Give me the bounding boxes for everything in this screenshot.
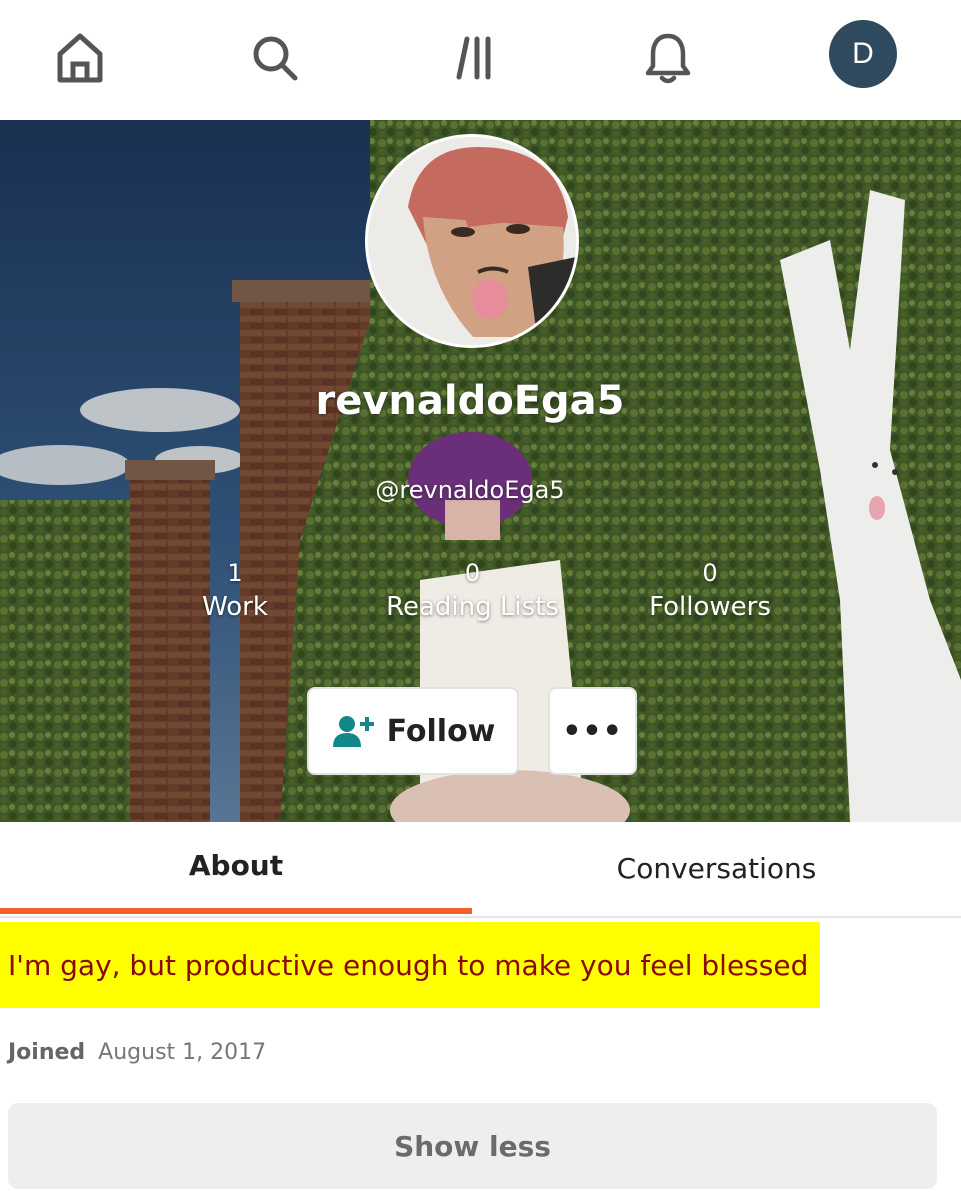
more-options-button[interactable]: ••• (548, 687, 637, 775)
profile-header: revnaldoEga5 @revnaldoEga5 1 Work 0 Read… (0, 120, 961, 822)
home-button[interactable] (40, 18, 120, 98)
stat-works[interactable]: 1 Work (155, 558, 315, 626)
stat-label: Reading Lists (386, 592, 559, 622)
bell-icon (645, 33, 691, 84)
show-less-button[interactable]: Show less (8, 1103, 937, 1189)
stat-label: Work (202, 592, 268, 622)
user-avatar[interactable]: D (829, 20, 897, 88)
library-icon (456, 36, 491, 80)
profile-photo-image (368, 137, 576, 345)
profile-avatar (365, 134, 579, 348)
stat-reading-lists[interactable]: 0 Reading Lists (360, 558, 585, 626)
joined-date: August 1, 2017 (98, 1040, 267, 1065)
follow-button[interactable]: Follow (307, 687, 519, 775)
profile-handle: @revnaldoEga5 (375, 476, 565, 504)
joined-info: Joined August 1, 2017 (8, 1040, 266, 1065)
profile-bio: I'm gay, but productive enough to make y… (0, 922, 820, 1008)
profile-display-name: revnaldoEga5 (315, 378, 625, 424)
tab-conversations[interactable]: Conversations (472, 822, 961, 914)
search-icon (253, 36, 298, 81)
stat-value: 0 (702, 559, 718, 587)
stat-value: 1 (227, 559, 243, 587)
follow-label: Follow (386, 713, 496, 749)
more-options-icon: ••• (562, 713, 623, 749)
top-nav: D (0, 0, 961, 120)
stat-followers[interactable]: 0 Followers (620, 558, 800, 626)
joined-label: Joined (8, 1040, 86, 1065)
profile-tabs: About Conversations (0, 822, 961, 918)
stat-label: Followers (649, 592, 771, 622)
tab-about[interactable]: About (0, 822, 472, 914)
home-icon (57, 33, 103, 83)
notifications-button[interactable] (628, 18, 708, 98)
add-user-icon (332, 716, 374, 747)
stat-value: 0 (464, 559, 481, 587)
search-button[interactable] (235, 18, 315, 98)
library-button[interactable] (432, 18, 512, 98)
